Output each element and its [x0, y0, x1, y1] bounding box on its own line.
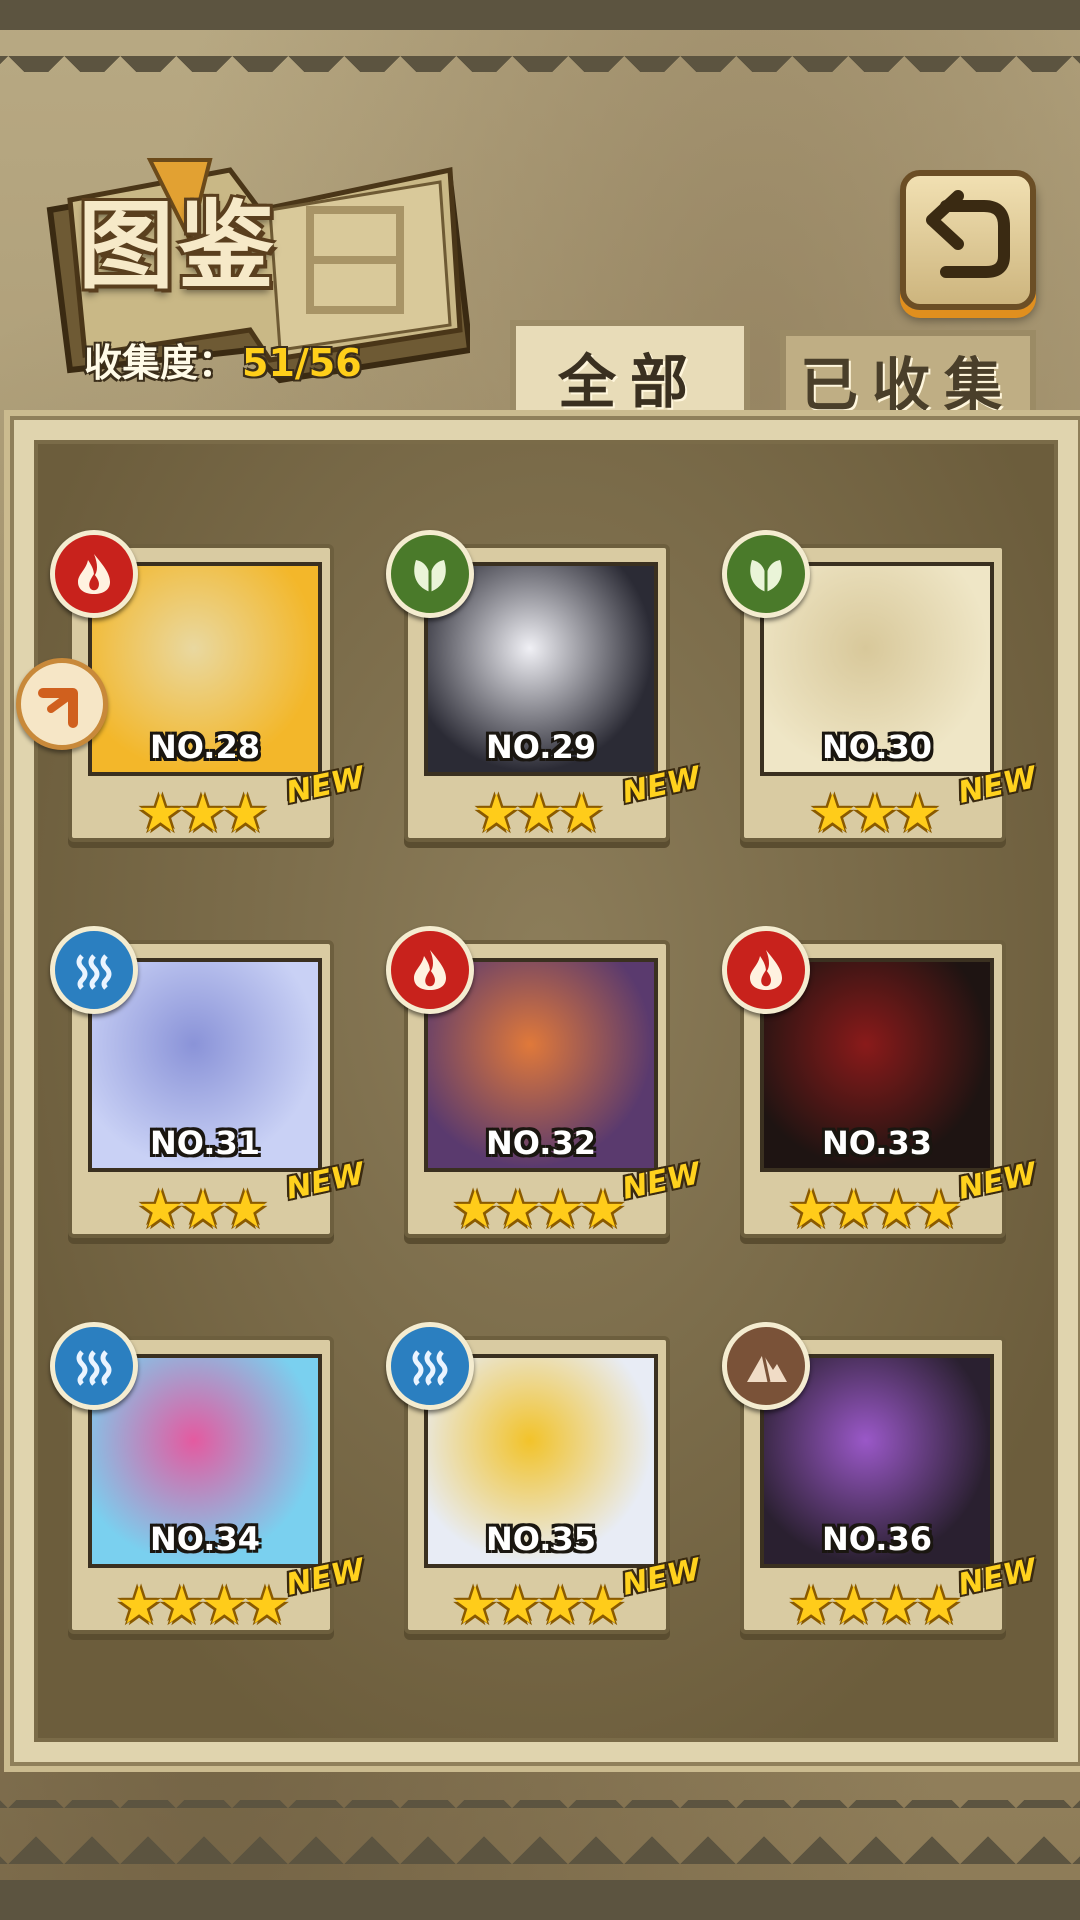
- bottom-zigzag-border: [0, 1800, 1080, 1920]
- card-number: NO.33: [822, 1124, 932, 1162]
- character-card[interactable]: NO.33 ★★★★ NEW: [722, 926, 1039, 1256]
- card-number: NO.30: [822, 728, 932, 766]
- leaf-icon: [386, 530, 474, 618]
- flame-icon: [722, 926, 810, 1014]
- card-number: NO.28: [150, 728, 260, 766]
- collection-label: 收集度：: [84, 341, 237, 385]
- page-title: 图鉴: [78, 189, 278, 302]
- card-number: NO.31: [150, 1124, 260, 1162]
- arrow-icon: [38, 688, 78, 728]
- card-number: NO.35: [486, 1520, 596, 1558]
- card-number: NO.32: [486, 1124, 596, 1162]
- water-waves-icon: [386, 1322, 474, 1410]
- top-zigzag-border: [0, 0, 1080, 72]
- card-number: NO.34: [150, 1520, 260, 1558]
- tab-all-label: 全部: [557, 348, 702, 416]
- water-waves-icon: [50, 926, 138, 1014]
- character-card[interactable]: NO.34 ★★★★ NEW: [50, 1322, 367, 1652]
- mountain-icon: [722, 1322, 810, 1410]
- character-card[interactable]: NO.35 ★★★★ NEW: [386, 1322, 703, 1652]
- character-card[interactable]: NO.31 ★★★ NEW: [50, 926, 367, 1256]
- leaf-icon: [722, 530, 810, 618]
- back-button[interactable]: [900, 170, 1036, 310]
- side-arrow-button[interactable]: [16, 658, 108, 750]
- flame-icon: [386, 926, 474, 1014]
- return-arrow-icon: [926, 190, 1010, 278]
- collection-progress: 收集度： 51/56: [84, 332, 362, 387]
- flame-icon: [50, 530, 138, 618]
- card-number: NO.29: [486, 728, 596, 766]
- collection-value: 51/56: [242, 341, 362, 385]
- water-waves-icon: [50, 1322, 138, 1410]
- character-card[interactable]: NO.29 ★★★ NEW: [386, 530, 703, 860]
- card-number: NO.36: [822, 1520, 932, 1558]
- character-card[interactable]: NO.36 ★★★★ NEW: [722, 1322, 1039, 1652]
- character-card[interactable]: NO.32 ★★★★ NEW: [386, 926, 703, 1256]
- character-card[interactable]: NO.30 ★★★ NEW: [722, 530, 1039, 860]
